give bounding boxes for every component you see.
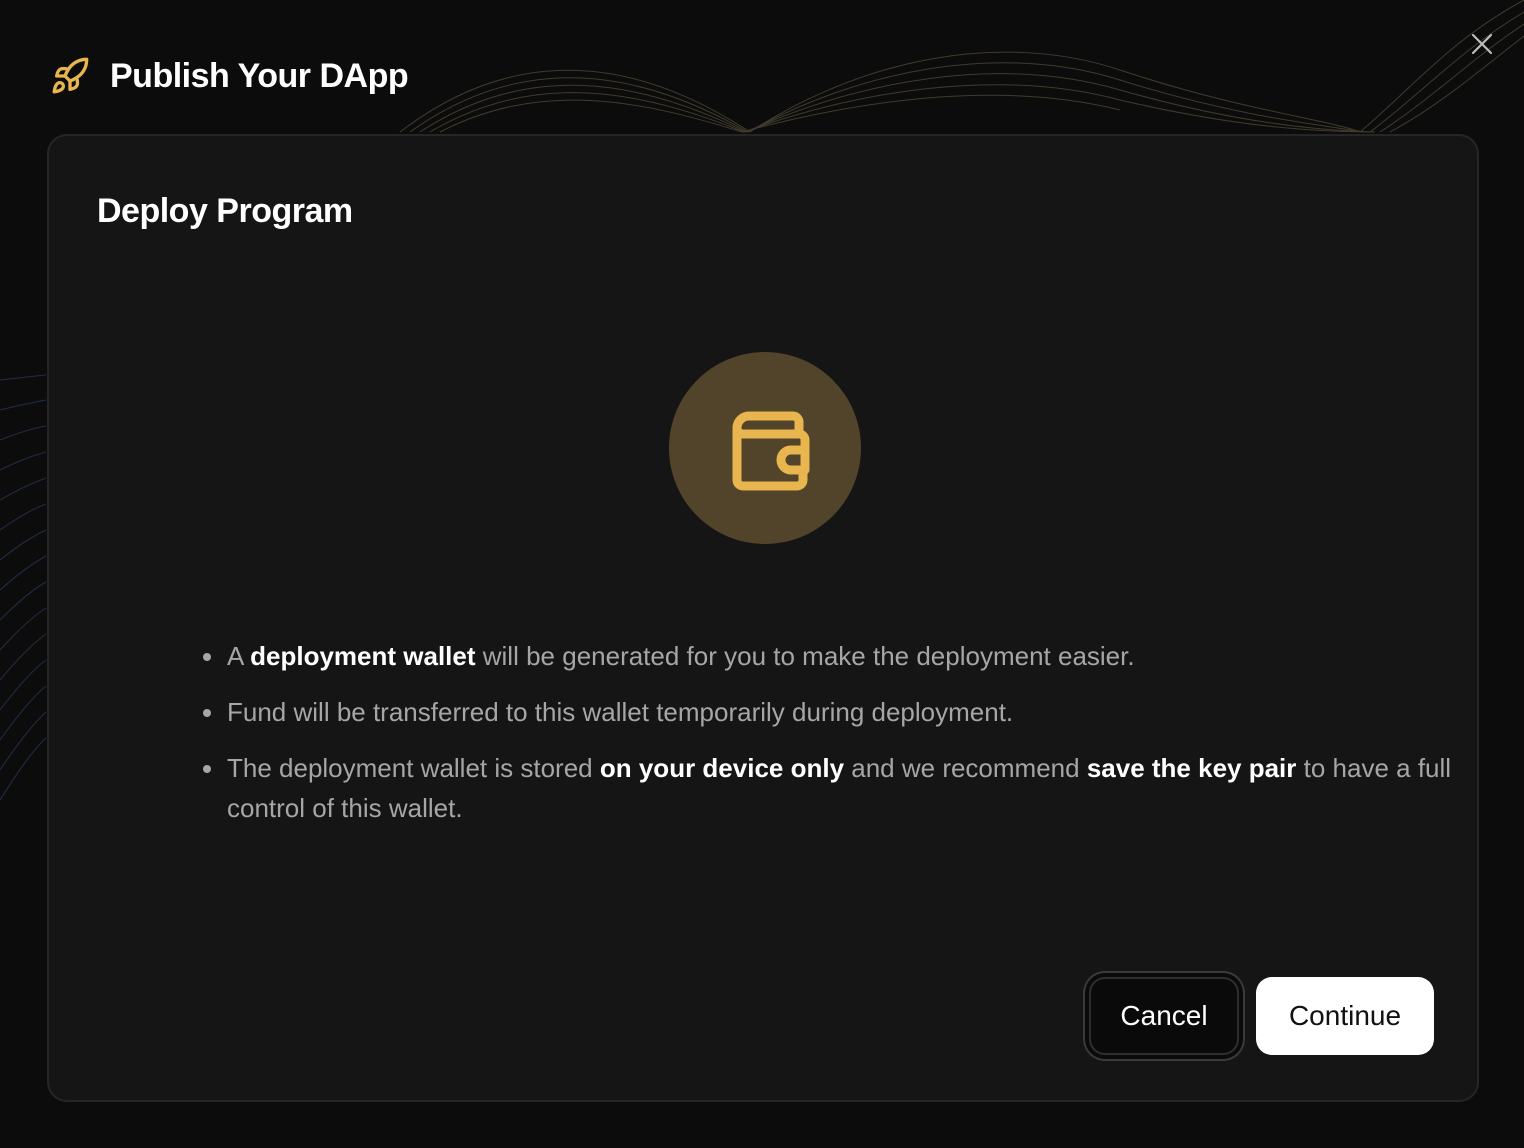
close-icon	[1471, 33, 1493, 55]
list-item: A deployment wallet will be generated fo…	[203, 636, 1467, 676]
wallet-icon-circle	[669, 352, 861, 544]
modal-title: Publish Your DApp	[110, 56, 409, 95]
list-item: The deployment wallet is stored on your …	[203, 748, 1467, 828]
rocket-icon	[50, 56, 90, 96]
list-item: Fund will be transferred to this wallet …	[203, 692, 1467, 732]
continue-button[interactable]: Continue	[1256, 977, 1434, 1055]
publish-dapp-modal: Publish Your DApp Deploy Program A deplo…	[0, 0, 1524, 1148]
deploy-program-card: Deploy Program A deployment wallet will …	[47, 134, 1479, 1102]
wallet-icon	[732, 411, 810, 491]
modal-header: Publish Your DApp	[50, 48, 409, 104]
card-title: Deploy Program	[97, 192, 353, 230]
info-bullet-list: A deployment wallet will be generated fo…	[199, 636, 1467, 844]
cancel-button[interactable]: Cancel	[1089, 977, 1239, 1055]
close-button[interactable]	[1466, 28, 1498, 60]
